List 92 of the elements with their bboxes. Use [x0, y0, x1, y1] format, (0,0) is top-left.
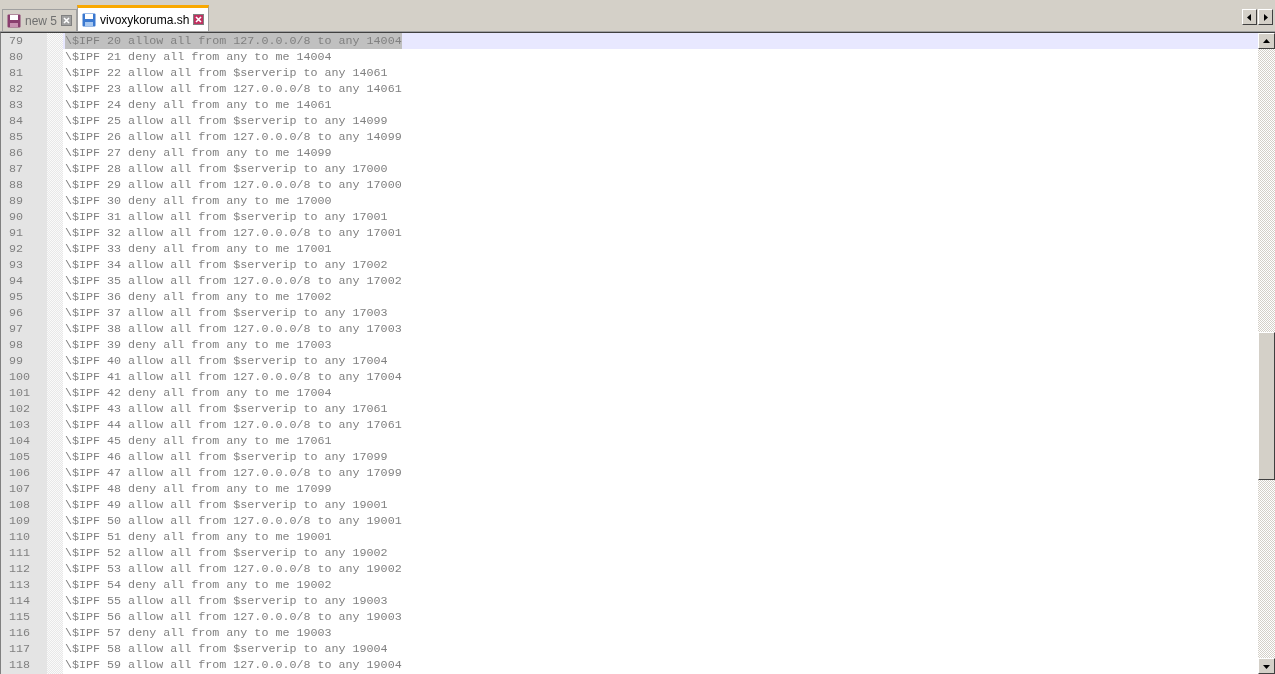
code-line: \$IPF 31 allow all from $serverip to any 17001: [65, 209, 388, 225]
line-number: 83: [8, 97, 25, 113]
code-line: \$IPF 53 allow all from 127.0.0.0/8 to any 19002: [65, 561, 402, 577]
file-tab[interactable]: vivoxykoruma.sh: [77, 5, 210, 31]
close-icon[interactable]: [193, 14, 205, 25]
code-line: \$IPF 51 deny all from any to me 19001: [65, 529, 332, 545]
line-number: 86: [8, 145, 25, 161]
line-number: 82: [8, 81, 25, 97]
code-line: \$IPF 23 allow all from 127.0.0.0/8 to any 14061: [65, 81, 402, 97]
code-line: \$IPF 25 allow all from $serverip to any 14099: [65, 113, 388, 129]
down-triangle-icon: [1263, 662, 1270, 670]
code-line: \$IPF 38 allow all from 127.0.0.0/8 to any 17003: [65, 321, 402, 337]
code-line: \$IPF 59 allow all from 127.0.0.0/8 to any 19004: [65, 657, 402, 673]
line-number: 118: [8, 657, 32, 673]
line-number: 100: [8, 369, 32, 385]
line-number: 113: [8, 577, 32, 593]
code-line: \$IPF 34 allow all from $serverip to any 17002: [65, 257, 388, 273]
line-number: 97: [8, 321, 25, 337]
code-line: \$IPF 21 deny all from any to me 14004: [65, 49, 332, 65]
line-number: 88: [8, 177, 25, 193]
line-number: 115: [8, 609, 32, 625]
line-number: 105: [8, 449, 32, 465]
code-line: \$IPF 30 deny all from any to me 17000: [65, 193, 332, 209]
scroll-left-button[interactable]: [1242, 9, 1257, 25]
line-number: 99: [8, 353, 25, 369]
code-line: \$IPF 41 allow all from 127.0.0.0/8 to any 17004: [65, 369, 402, 385]
code-line: \$IPF 44 allow all from 127.0.0.0/8 to any 17061: [65, 417, 402, 433]
line-number: 85: [8, 129, 25, 145]
line-number: 112: [8, 561, 32, 577]
code-line: \$IPF 49 allow all from $serverip to any 19001: [65, 497, 388, 513]
code-line: \$IPF 48 deny all from any to me 17099: [65, 481, 332, 497]
code-line: \$IPF 55 allow all from $serverip to any 19003: [65, 593, 388, 609]
line-number: 106: [8, 465, 32, 481]
up-triangle-icon: [1263, 37, 1270, 45]
line-number: 111: [8, 545, 32, 561]
code-line: \$IPF 40 allow all from $serverip to any 17004: [65, 353, 388, 369]
line-number: 108: [8, 497, 32, 513]
code-line: \$IPF 56 allow all from 127.0.0.0/8 to any 19003: [65, 609, 402, 625]
line-number: 81: [8, 65, 25, 81]
line-number: 79: [8, 33, 25, 49]
scroll-up-button[interactable]: [1258, 33, 1275, 49]
scroll-down-button[interactable]: [1258, 658, 1275, 674]
line-number: 102: [8, 401, 32, 417]
code-line: \$IPF 33 deny all from any to me 17001: [65, 241, 332, 257]
code-line: \$IPF 50 allow all from 127.0.0.0/8 to any 19001: [65, 513, 402, 529]
line-number: 101: [8, 385, 32, 401]
code-line: \$IPF 45 deny all from any to me 17061: [65, 433, 332, 449]
line-number: 94: [8, 273, 25, 289]
code-line: \$IPF 58 allow all from $serverip to any 19004: [65, 641, 388, 657]
line-number: 107: [8, 481, 32, 497]
line-number: 95: [8, 289, 25, 305]
line-number: 80: [8, 49, 25, 65]
line-number: 104: [8, 433, 32, 449]
code-line: \$IPF 42 deny all from any to me 17004: [65, 385, 332, 401]
line-number: 116: [8, 625, 32, 641]
code-line: \$IPF 29 allow all from 127.0.0.0/8 to any 17000: [65, 177, 402, 193]
scroll-right-button[interactable]: [1258, 9, 1273, 25]
code-line: \$IPF 28 allow all from $serverip to any 17000: [65, 161, 388, 177]
scrollbar-thumb[interactable]: [1258, 332, 1275, 480]
code-line: \$IPF 47 allow all from 127.0.0.0/8 to any 17099: [65, 465, 402, 481]
line-number: 96: [8, 305, 25, 321]
code-line: \$IPF 27 deny all from any to me 14099: [65, 145, 332, 161]
line-number: 114: [8, 593, 32, 609]
left-triangle-icon: [1246, 13, 1253, 21]
code-line: \$IPF 46 allow all from $serverip to any 17099: [65, 449, 388, 465]
right-triangle-icon: [1262, 13, 1269, 21]
line-number: 103: [8, 417, 32, 433]
code-line: \$IPF 57 deny all from any to me 19003: [65, 625, 332, 641]
line-number: 117: [8, 641, 32, 657]
line-number: 90: [8, 209, 25, 225]
line-number: 110: [8, 529, 32, 545]
line-number: 93: [8, 257, 25, 273]
close-icon[interactable]: [61, 15, 73, 26]
line-number: 92: [8, 241, 25, 257]
line-number: 87: [8, 161, 25, 177]
code-line: \$IPF 36 deny all from any to me 17002: [65, 289, 332, 305]
code-line: \$IPF 52 allow all from $serverip to any 19002: [65, 545, 388, 561]
code-line: \$IPF 32 allow all from 127.0.0.0/8 to any 17001: [65, 225, 402, 241]
line-number: 89: [8, 193, 25, 209]
code-line: \$IPF 35 allow all from 127.0.0.0/8 to any 17002: [65, 273, 402, 289]
line-number: 91: [8, 225, 25, 241]
line-number: 109: [8, 513, 32, 529]
code-line: \$IPF 43 allow all from $serverip to any 17061: [65, 401, 388, 417]
code-line: \$IPF 24 deny all from any to me 14061: [65, 97, 332, 113]
code-line: \$IPF 54 deny all from any to me 19002: [65, 577, 332, 593]
code-line: \$IPF 22 allow all from $serverip to any 14061: [65, 65, 388, 81]
line-number: 84: [8, 113, 25, 129]
code-line: \$IPF 37 allow all from $serverip to any 17003: [65, 305, 388, 321]
code-line: \$IPF 39 deny all from any to me 17003: [65, 337, 332, 353]
code-line: \$IPF 26 allow all from 127.0.0.0/8 to any 14099: [65, 129, 402, 145]
vertical-scrollbar[interactable]: [1258, 33, 1275, 674]
line-number: 98: [8, 337, 25, 353]
